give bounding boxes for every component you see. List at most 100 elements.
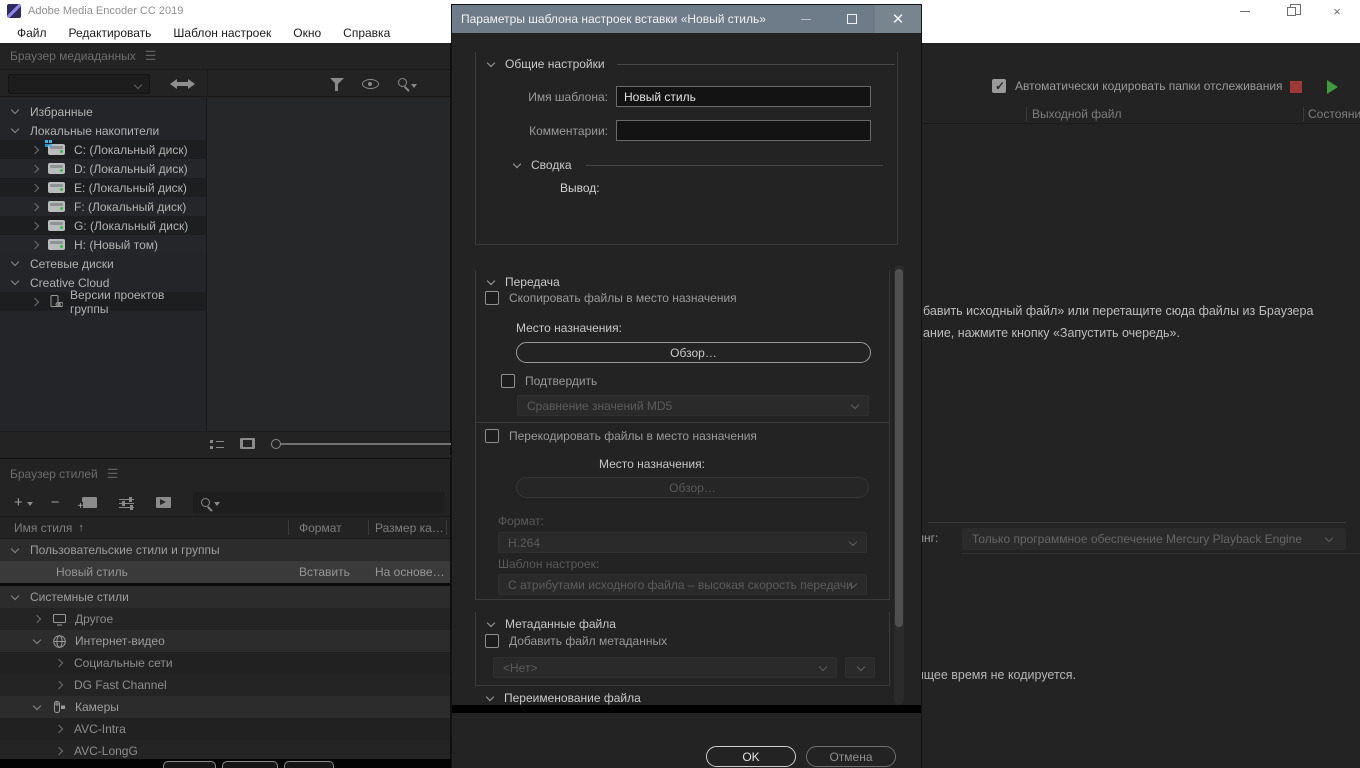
menu-help[interactable]: Справка [332,26,401,40]
dialog-titlebar[interactable]: Параметры шаблона настроек вставки «Новы… [452,5,921,33]
column-size[interactable]: Размер ка… [375,521,445,535]
row-label: AVC-LongG [74,744,138,758]
chevron-down-icon [33,635,41,643]
tree-item-local-drives[interactable]: Локальные накопители [0,121,206,140]
add-metadata-row: Добавить файл метаданных [485,634,667,648]
verify-checkbox[interactable] [501,374,515,388]
cancel-button[interactable]: Отмена [806,746,896,767]
chevron-right-icon [55,681,63,689]
column-status[interactable]: Состояние [1308,107,1360,121]
column-divider[interactable] [368,520,369,535]
preset-group-user[interactable]: Пользовательские стили и группы [0,539,450,561]
preset-search-input[interactable] [193,492,445,513]
summary-header[interactable]: Сводка [514,158,883,172]
tree-item-network-drives[interactable]: Сетевые диски [0,254,206,273]
verify-row: Подтвердить [501,374,597,388]
preset-row-dg-fast[interactable]: DG Fast Channel [0,674,450,696]
menu-edit[interactable]: Редактировать [58,26,163,40]
transcode-checkbox[interactable] [485,429,499,443]
renderer-dropdown[interactable]: Только программное обеспечение Mercury P… [962,528,1346,550]
drive-icon [48,220,65,231]
ok-button[interactable]: OK [706,746,796,767]
minimize-button[interactable] [1222,0,1268,22]
preset-row-social[interactable]: Социальные сети [0,652,450,674]
filter-icon[interactable] [330,78,344,85]
row-label: Другое [75,612,113,626]
drive-icon [48,163,65,174]
preset-settings-icon[interactable] [119,497,134,509]
tree-item-favorites[interactable]: Избранные [0,102,206,121]
watch-folders-row: Автоматически кодировать папки отслежива… [992,79,1283,93]
menu-preset[interactable]: Шаблон настроек [162,26,282,40]
add-metadata-checkbox[interactable] [485,634,499,648]
tree-item-drive-f[interactable]: F: (Локальный диск) [0,197,206,216]
column-divider[interactable] [446,520,447,535]
preset-group-web-video[interactable]: Интернет-видео [0,630,450,652]
ok-label: OK [742,750,759,764]
clipped-widget [163,761,216,768]
browse-label: Обзор… [670,346,717,360]
column-output-file[interactable]: Выходной файл [1032,107,1122,121]
preview-eye-icon[interactable] [362,79,379,89]
tree-item-drive-e[interactable]: E: (Локальный диск) [0,178,206,197]
watch-folders-checkbox[interactable] [992,79,1006,93]
tree-label: Локальные накопители [30,124,159,138]
copy-files-checkbox[interactable] [485,291,499,305]
dialog-close-button[interactable]: ✕ [875,5,921,33]
dialog-divider-strip [452,705,921,713]
browse-button[interactable]: Обзор… [516,342,871,363]
list-view-icon[interactable] [210,439,224,449]
tree-item-drive-d[interactable]: D: (Локальный диск) [0,159,206,178]
metadata-header[interactable]: Метаданные файла [476,612,889,636]
back-arrow-icon[interactable] [165,79,177,89]
stop-queue-button[interactable] [1290,81,1302,93]
preset-row-avc-intra[interactable]: AVC-Intra [0,718,450,740]
search-button[interactable] [398,78,417,91]
metadata-value: <Нет> [503,661,537,675]
add-preset-button[interactable]: + [14,495,33,510]
preset-row-new-style[interactable]: Новый стиль Вставить На основе… [0,561,450,583]
menu-file[interactable]: Файл [6,26,58,40]
preset-row-other[interactable]: Другое [0,608,450,630]
transcode-label: Перекодировать файлы в место назначения [509,429,757,443]
panel-menu-icon[interactable]: ☰ [107,466,119,482]
menu-window[interactable]: Окно [282,26,332,40]
preset-group-cameras[interactable]: Камеры [0,696,450,718]
column-format[interactable]: Формат [299,521,342,535]
chevron-down-icon [11,258,19,266]
dialog-minimize-button[interactable] [783,5,829,33]
scrollbar-thumb[interactable] [895,269,903,627]
tree-item-drive-h[interactable]: H: (Новый том) [0,235,206,254]
cancel-label: Отмена [829,750,872,764]
tree-item-drive-g[interactable]: G: (Локальный диск) [0,216,206,235]
tree-item-drive-c[interactable]: C: (Локальный диск) [0,140,206,159]
thumbnail-view-icon[interactable] [240,438,255,449]
remove-preset-button[interactable]: − [51,495,60,510]
start-queue-button[interactable] [1327,80,1345,94]
close-button[interactable]: × [1314,0,1360,22]
general-settings-group: Общие настройки Имя шаблона: Новый стиль… [475,52,898,245]
comments-input[interactable] [616,120,871,141]
group-title: Метаданные файла [505,617,616,631]
restore-button[interactable] [1268,0,1314,22]
zoom-slider-knob[interactable] [271,439,281,449]
transcode-preset-label: Шаблон настроек: [498,557,599,571]
dialog-maximize-button[interactable] [829,5,875,33]
tree-item-team-projects[interactable]: Версии проектов группы [0,292,206,311]
general-settings-header[interactable]: Общие настройки [476,52,897,76]
destination-label: Место назначения: [516,321,622,335]
column-divider[interactable] [288,520,289,535]
preset-group-system[interactable]: Системные стили [0,586,450,608]
column-preset-name[interactable]: Имя стиля [14,521,72,535]
chevron-right-icon [31,164,39,172]
tree-label: Версии проектов группы [70,288,206,316]
dialog-scrollbar[interactable] [894,265,904,705]
preset-name-input[interactable]: Новый стиль [616,86,871,107]
media-source-dropdown[interactable] [8,74,150,94]
forward-arrow-icon[interactable] [188,79,200,89]
panel-menu-icon[interactable]: ☰ [145,48,157,64]
new-group-icon[interactable] [82,497,97,508]
zoom-slider-track[interactable] [281,443,459,445]
import-preset-icon[interactable] [156,497,171,508]
rename-header[interactable]: Переименование файла [475,690,890,706]
